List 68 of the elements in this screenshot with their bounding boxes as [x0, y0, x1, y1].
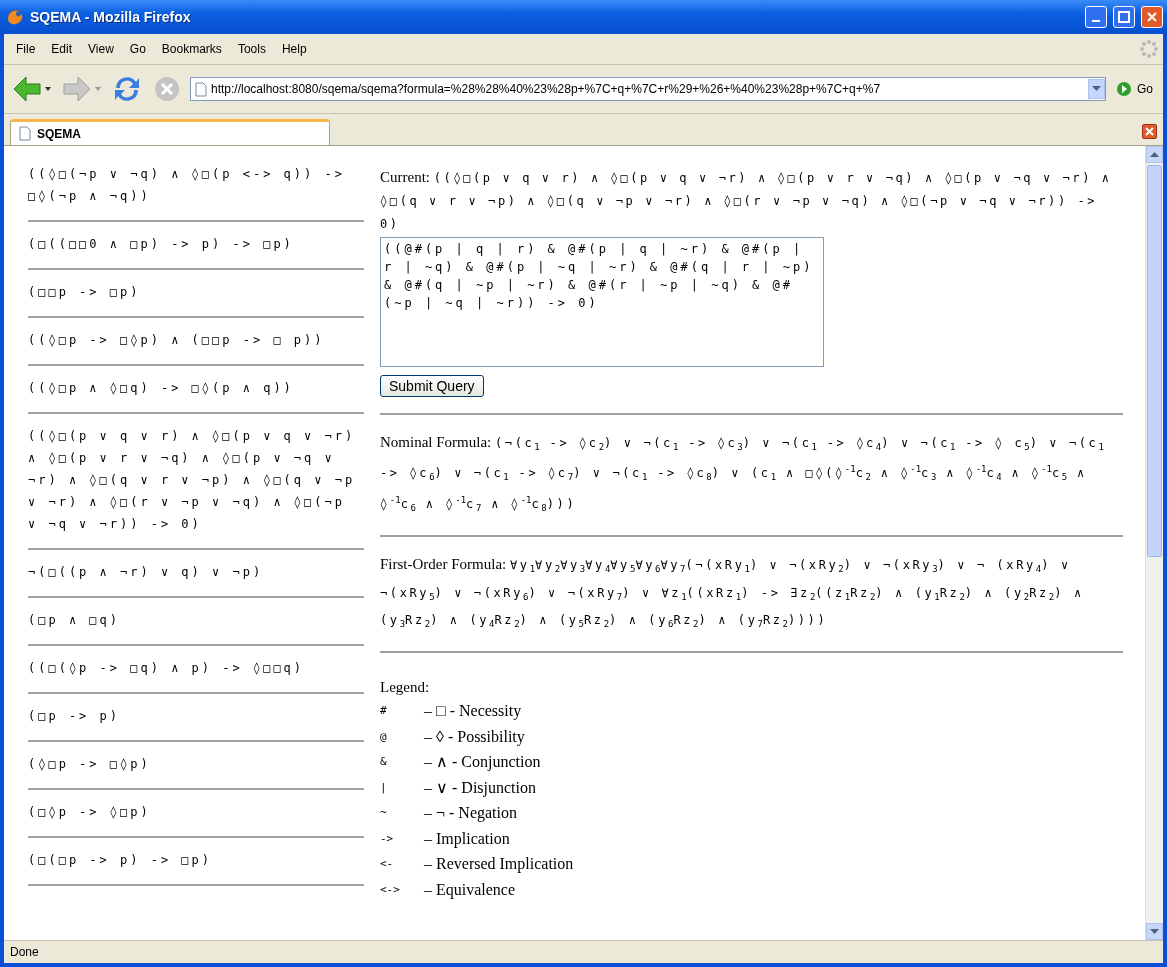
menu-item[interactable]: Tools	[229, 40, 274, 58]
page-icon	[195, 81, 207, 97]
caret-icon	[1092, 86, 1101, 92]
menu-item[interactable]: File	[8, 40, 44, 58]
query-field[interactable]: ((@#(p | q | r) & @#(p | q | ~r) & @#(p | r | ~q) & @#(p | ~q | ~r) & @#(q | r | ~p) & @#(q | ~p | ~r) & @#(r | ~p | ~q) & @#(~p | ~q | ~r)) -> 0)	[380, 237, 824, 367]
formula-link[interactable]: (□(□p -> p) -> □p)	[28, 838, 364, 886]
close-icon	[1145, 127, 1154, 136]
formula-link[interactable]: (□◊p -> ◊□p)	[28, 790, 364, 838]
formula-text: Current: ((◊□(p ∨ q ∨ r) ∧ ◊□(p ∨ q ∨ ¬r) ∧ ◊□(p ∨ r ∨ ¬q) ∧ ◊□(p ∨ ¬q ∨ ¬r) ∧ ◊□(q ∨ r ∨ ¬p) ∧ ◊□(q ∨ ¬p ∨ ¬r) ∧ ◊□(r ∨ ¬p ∨ ¬q) ∧ ◊□(¬p ∨ ¬q ∨ ¬r)) -> 0)	[380, 168, 1113, 233]
formula-link[interactable]: ((◊□(¬p ∨ ¬q) ∧ ◊□(p <-> q)) -> □◊(¬p ∧ ¬q))	[28, 152, 364, 222]
caret-down-icon	[1150, 928, 1159, 935]
formula-link[interactable]: ((◊□(p ∨ q ∨ r) ∧ ◊□(p ∨ q ∨ ¬r) ∧ ◊□(p ∨ r ∨ ¬q) ∧ ◊□(p ∨ ¬q ∨ ¬r) ∧ ◊□(q ∨ r ∨ ¬p) ∧ ◊□(q ∨ ¬p ∨ ¬r) ∧ ◊□(r ∨ ¬p ∨ ¬q) ∧ ◊□(¬p ∨ ¬q ∨ ¬r)) -> 0)	[28, 414, 364, 550]
legend-text: – ∧ - Conjunction	[424, 752, 541, 773]
maximize-icon	[1118, 11, 1130, 23]
submit-button[interactable]: Submit Query	[380, 375, 484, 397]
legend-text: – Equivalence	[424, 879, 516, 901]
browser-tab[interactable]: SQEMA	[10, 119, 330, 145]
legend-symbol: ->	[380, 830, 395, 847]
formula-link[interactable]: ((◊□p ∧ ◊□q) -> □◊(p ∧ q))	[28, 366, 364, 414]
formula-link[interactable]: (◊□p -> □◊p)	[28, 742, 364, 790]
formula-text: First-Order Formula: ∀y$_{1}$∀y$_{2}$∀y$_{3}$∀y$_{4}$∀y$_{5}$∀y$_{6}$∀y$_{7}$(¬(xRy$_{1}$) ∨ ¬(xRy$_{2}$) ∨ ¬(xRy$_{3}$) ∨ ¬ (xRy$_{4}$) ∨ ¬(xRy$_{5}$) ∨ ¬(xRy$_{6}$) ∨ ¬(xRy$_{7}$) ∨ ∀z$_{1}$((xRz$_{1}$) -> ∃z$_{2}$((z$_{1}$Rz$_{2}$) ∧ (y$_{1}$Rz$_{2}$) ∧ (y$_{2}$Rz$_{2}$) ∧ (y$_{3}$Rz$_{2}$) ∧ (y$_{4}$Rz$_{2}$) ∧ (y$_{5}$Rz$_{2}$) ∧ (y$_{6}$Rz$_{2}$) ∧ (y$_{7}$Rz$_{2}$))))	[380, 555, 1085, 632]
formula-link[interactable]: (□p -> p)	[28, 694, 364, 742]
legend-title: Legend:	[380, 679, 431, 697]
minimize-icon	[1092, 20, 1100, 22]
scroll-thumb[interactable]	[1147, 165, 1162, 557]
play-icon	[1116, 81, 1132, 97]
go-button[interactable]: Go	[1112, 81, 1157, 97]
formula-link[interactable]: ¬(□((p ∧ ¬r) ∨ q) ∨ ¬p)	[28, 550, 364, 598]
address-field[interactable]: http://localhost:8080/sqema/sqema?formula=%28%28%40%23%28p+%7C+q+%7C+r%29+%26+%40%23%28p+%7C+q+%7	[190, 77, 1106, 101]
scroll-down-button[interactable]	[1146, 923, 1163, 940]
browser-logo-icon	[6, 8, 24, 26]
close-icon	[1146, 11, 1158, 23]
legend-text: – Implication	[424, 828, 510, 850]
formula-link[interactable]: (□□p -> □p)	[28, 270, 364, 318]
legend-text: – ◊ - Possibility	[424, 726, 525, 748]
window-title: SQEMA - Mozilla Firefox	[30, 9, 192, 25]
legend-text: – ¬ - Negation	[424, 803, 517, 824]
scroll-up-button[interactable]	[1146, 146, 1163, 163]
legend-symbol: ~	[380, 805, 388, 822]
status-text: Done	[10, 945, 39, 959]
formula-link[interactable]: ((◊□p -> □◊p) ∧ (□□p -> □ p))	[28, 318, 364, 366]
formula-text: Nominal Formula: (¬(c$_{1}$ -> ◊c$_{2}$) ∨ ¬(c$_{1}$ -> ◊c$_{3}$) ∨ ¬(c$_{1}$ -> ◊c$_{4}$) ∨ ¬(c$_{1}$ -> ◊ c$_{5}$) ∨ ¬(c$_{1}$ -> ◊c$_{6}$) ∨ ¬(c$_{1}$ -> ◊c$_{7}$) ∨ ¬(c$_{1}$ -> ◊c$_{8}$) ∨ (c$_{1}$ ∧ □◊(◊$^{-1}$c$_{2}$ ∧ ◊$^{-1}$c$_{3}$ ∧ ◊$^{-1}$c$_{4}$ ∧ ◊$^{-1}$c$_{5}$ ∧ ◊$^{-1}$c$_{6}$ ∧ ◊$^{-1}$c$_{7}$ ∧ ◊$^{-1}$c$_{8}$)))	[380, 433, 1105, 516]
menu-item[interactable]: Edit	[43, 40, 81, 58]
page-icon	[19, 126, 31, 141]
legend-symbol: |	[380, 779, 388, 796]
menu-item[interactable]: Help	[273, 40, 315, 58]
legend-text: – □ - Necessity	[424, 701, 522, 722]
formula-link[interactable]: (□((□□0 ∧ □p) -> p) -> □p)	[28, 222, 364, 270]
legend-symbol: &	[380, 754, 388, 771]
throbber-icon	[1139, 39, 1159, 59]
legend-symbol: <->	[380, 881, 401, 898]
legend-symbol: #	[380, 703, 388, 720]
menu-item[interactable]: Go	[121, 40, 154, 58]
close-tab-button[interactable]	[1142, 124, 1157, 139]
legend-symbol: <-	[380, 856, 395, 873]
legend-text: – ∨ - Disjunction	[424, 777, 536, 799]
close-button[interactable]	[1141, 6, 1163, 28]
caret-up-icon	[1150, 151, 1159, 158]
dropdown-button[interactable]	[1088, 79, 1105, 99]
menu-item[interactable]: View	[80, 40, 122, 58]
menu-item[interactable]: Bookmarks	[153, 40, 230, 58]
scrollbar[interactable]	[1145, 146, 1163, 940]
legend-symbol: @	[380, 728, 388, 745]
maximize-button[interactable]	[1113, 6, 1135, 28]
legend-text: – Reversed Implication	[424, 854, 574, 875]
formula-link[interactable]: ((□(◊p -> □q) ∧ p) -> ◊□□q)	[28, 646, 364, 694]
minimize-button[interactable]	[1085, 6, 1107, 28]
formula-link[interactable]: (□p ∧ □q)	[28, 598, 364, 646]
